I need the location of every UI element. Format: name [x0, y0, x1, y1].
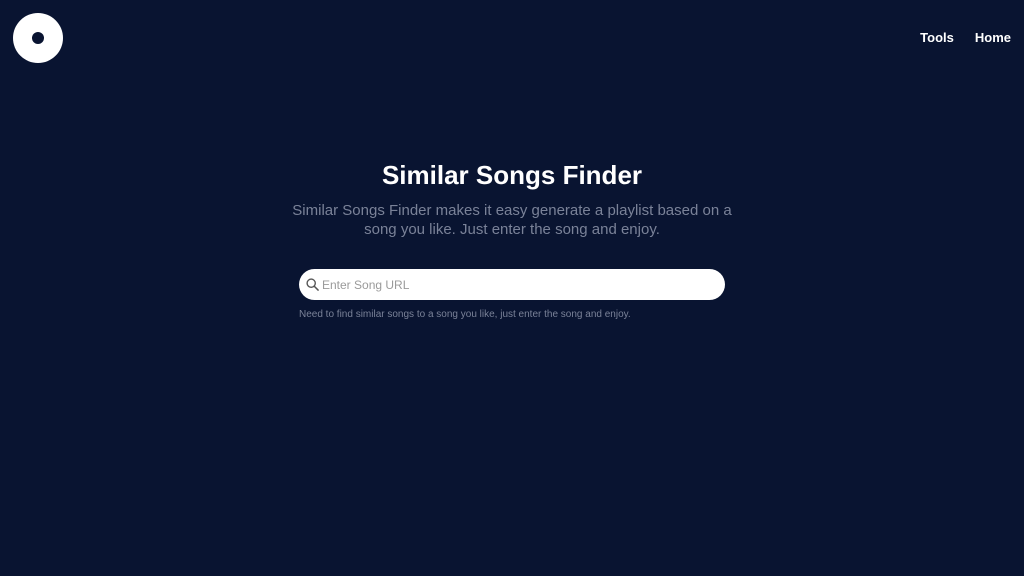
logo[interactable] — [13, 13, 63, 63]
helper-text: Need to find similar songs to a song you… — [299, 309, 631, 320]
search-icon — [306, 278, 319, 291]
nav-link-tools[interactable]: Tools — [920, 30, 954, 46]
nav-link-home[interactable]: Home — [975, 30, 1011, 46]
song-url-input[interactable] — [322, 269, 712, 300]
page: Tools Home Similar Songs Finder Similar … — [0, 0, 1024, 576]
page-subtitle: Similar Songs Finder makes it easy gener… — [292, 202, 732, 238]
hero-section: Similar Songs Finder Similar Songs Finde… — [0, 158, 1024, 239]
vinyl-record-icon — [32, 32, 44, 44]
top-nav: Tools Home — [920, 30, 1011, 46]
search-bar — [299, 269, 725, 300]
page-title: Similar Songs Finder — [381, 160, 643, 190]
